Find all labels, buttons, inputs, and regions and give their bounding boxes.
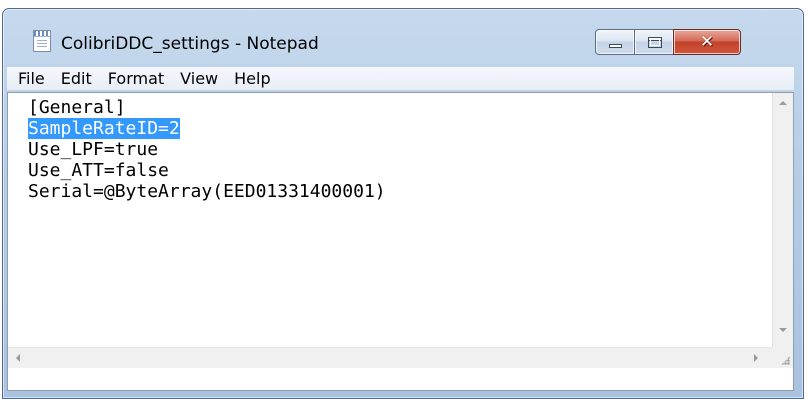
menu-bar: File Edit Format View Help xyxy=(7,67,794,91)
vertical-scrollbar[interactable] xyxy=(772,93,793,347)
text-line-selected: SampleRateID=2 xyxy=(28,118,772,139)
menu-format[interactable]: Format xyxy=(100,67,172,91)
scroll-right-icon[interactable] xyxy=(754,354,758,362)
menu-file[interactable]: File xyxy=(7,67,53,91)
text-line: Serial=@ByteArray(EED01331400001) xyxy=(28,181,386,202)
menu-view[interactable]: View xyxy=(172,67,226,91)
window-title: ColibriDDC_settings - Notepad xyxy=(61,34,319,54)
menu-help[interactable]: Help xyxy=(226,67,278,91)
text-line: Use_ATT=false xyxy=(28,160,169,181)
close-button[interactable]: ✕ xyxy=(673,29,741,55)
minimize-icon xyxy=(609,44,622,48)
minimize-button[interactable] xyxy=(595,29,635,55)
scroll-left-icon[interactable] xyxy=(16,354,20,362)
maximize-icon xyxy=(648,37,662,48)
horizontal-scrollbar[interactable] xyxy=(8,347,772,368)
maximize-button[interactable] xyxy=(634,29,674,55)
text-content[interactable]: [General] SampleRateID=2 Use_LPF=true Us… xyxy=(8,93,772,347)
text-line: Use_LPF=true xyxy=(28,139,159,160)
window-bottom-area xyxy=(8,368,793,390)
notepad-icon[interactable] xyxy=(33,30,51,52)
resize-grip-icon[interactable] xyxy=(772,347,793,368)
scroll-down-icon[interactable] xyxy=(779,328,787,332)
title-bar[interactable]: ColibriDDC_settings - Notepad ✕ xyxy=(3,9,803,55)
scroll-up-icon[interactable] xyxy=(779,101,787,105)
text-selection: SampleRateID=2 xyxy=(28,118,180,139)
text-line: [General] xyxy=(28,97,126,118)
text-editor[interactable]: [General] SampleRateID=2 Use_LPF=true Us… xyxy=(7,92,794,391)
close-icon: ✕ xyxy=(699,32,715,52)
menu-edit[interactable]: Edit xyxy=(53,67,100,91)
